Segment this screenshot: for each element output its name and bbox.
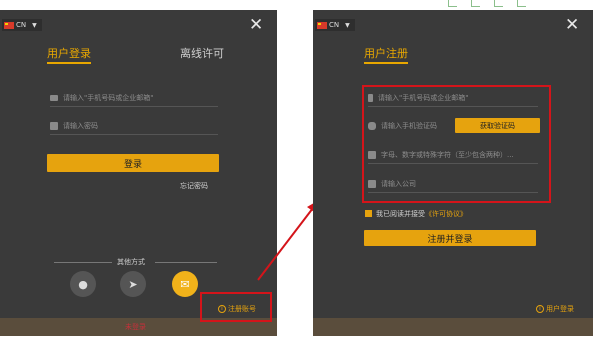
- password-placeholder: 请输入密码: [63, 121, 98, 130]
- language-selector[interactable]: CN ▼: [2, 19, 42, 31]
- wechat-login-button[interactable]: ●: [70, 271, 96, 297]
- chevron-down-icon: ▼: [345, 21, 350, 29]
- highlight-register-link: [200, 292, 272, 322]
- login-button[interactable]: 登录: [47, 154, 219, 172]
- forgot-password-link[interactable]: 忘记密码: [180, 181, 208, 191]
- toolbar-icon: [471, 0, 480, 7]
- envelope-icon: ✉: [180, 277, 190, 291]
- user-login-link[interactable]: i 用户登录: [536, 304, 574, 314]
- language-label: CN: [329, 21, 340, 29]
- send-login-button[interactable]: ➤: [120, 271, 146, 297]
- toolbar-icon: [448, 0, 457, 7]
- other-methods-label: 其他方式: [117, 258, 145, 266]
- status-bar: [313, 318, 593, 336]
- agree-label: 我已阅读并接受: [376, 210, 425, 218]
- agreement-checkbox[interactable]: [365, 210, 372, 217]
- login-status: 未登录: [125, 323, 146, 331]
- license-agreement-link[interactable]: 《许可协议》: [425, 210, 467, 218]
- language-selector[interactable]: CN ▼: [315, 19, 355, 31]
- send-icon: ➤: [128, 277, 138, 291]
- info-icon: i: [536, 305, 544, 313]
- background-toolbar: [438, 0, 595, 8]
- flag-cn-icon: [4, 21, 14, 29]
- close-icon[interactable]: ✕: [249, 17, 263, 34]
- close-icon[interactable]: ✕: [565, 17, 579, 34]
- tab-offline-license[interactable]: 离线许可: [180, 45, 224, 61]
- account-placeholder: 请输入"手机号码或企业邮箱": [63, 93, 154, 102]
- tab-active-underline: [47, 62, 91, 64]
- highlight-register-form: [362, 85, 551, 203]
- register-title: 用户注册: [364, 47, 408, 60]
- lock-icon: [50, 121, 58, 130]
- login-panel: CN ▼ ✕ 用户登录 离线许可 请输入"手机号码或企业邮箱" 请输入密码 登录…: [0, 10, 277, 336]
- title-underline: [364, 62, 408, 64]
- divider-left: [54, 262, 112, 263]
- toolbar-icon: [494, 0, 503, 7]
- toolbar-icon: [517, 0, 526, 7]
- tab-user-login[interactable]: 用户登录: [47, 45, 91, 61]
- register-and-login-button[interactable]: 注册并登录: [364, 230, 536, 246]
- agreement-text: 我已阅读并接受《许可协议》: [376, 209, 467, 219]
- account-field[interactable]: 请输入"手机号码或企业邮箱": [50, 89, 218, 107]
- password-field[interactable]: 请输入密码: [50, 117, 218, 135]
- chevron-down-icon: ▼: [32, 21, 37, 29]
- divider-right: [155, 262, 217, 263]
- login-link-label: 用户登录: [546, 305, 574, 313]
- wechat-icon: ●: [78, 277, 88, 291]
- email-login-button[interactable]: ✉: [172, 271, 198, 297]
- mail-icon: [50, 94, 58, 101]
- language-label: CN: [16, 21, 27, 29]
- flag-cn-icon: [317, 21, 327, 29]
